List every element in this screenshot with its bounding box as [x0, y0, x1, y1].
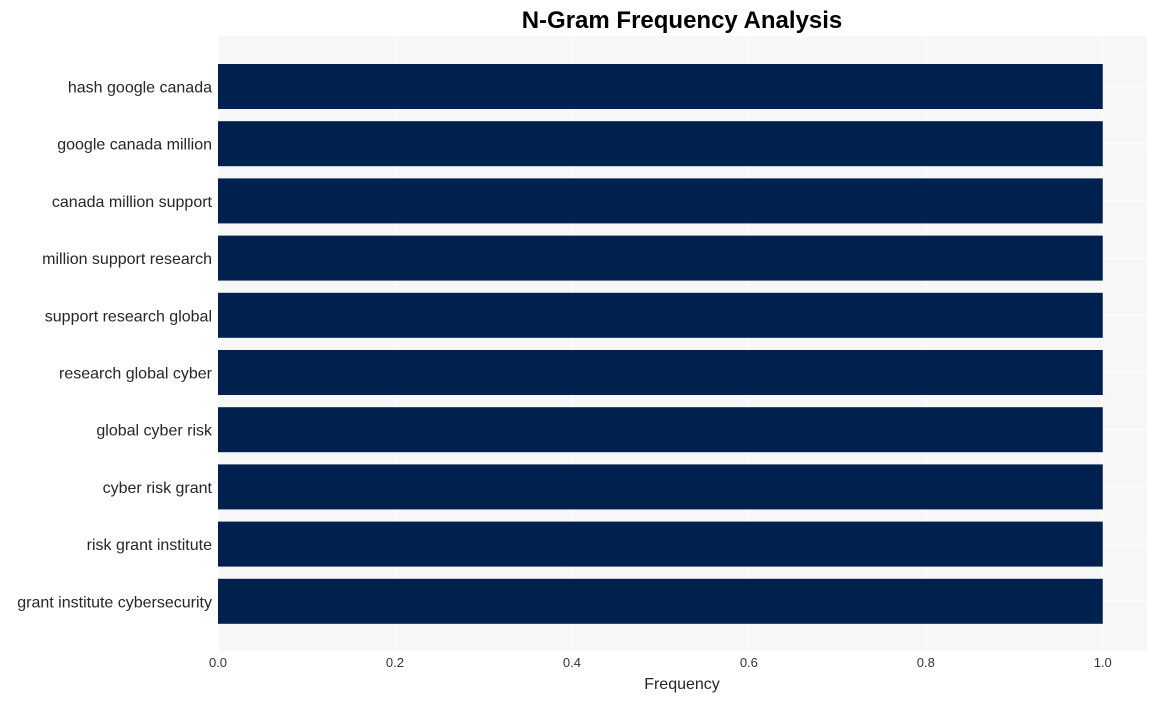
y-tick-label: support research global: [45, 308, 212, 325]
y-tick-label: canada million support: [52, 194, 213, 211]
x-axis-label: Frequency: [644, 676, 720, 693]
ngram-bar-chart: hash google canada google canada million c…: [17, 7, 1147, 693]
bar: [218, 64, 1103, 109]
bar: [218, 292, 1103, 338]
x-tick-label: 0.8: [917, 655, 935, 670]
bar: [218, 350, 1103, 395]
y-tick-label: google canada million: [57, 137, 212, 154]
bar: [218, 578, 1103, 624]
bar: [218, 178, 1103, 224]
x-tick-label: 1.0: [1094, 655, 1112, 670]
x-tick-label: 0.6: [740, 655, 758, 670]
x-tick-label: 0.0: [209, 655, 227, 670]
y-tick-label: global cyber risk: [96, 423, 213, 440]
y-tick-label: cyber risk grant: [103, 480, 213, 497]
x-tick-label: 0.2: [386, 655, 404, 670]
bar: [218, 235, 1103, 281]
y-tick-label: million support research: [42, 251, 212, 268]
y-tick-label: hash google canada: [68, 80, 212, 97]
y-tick-label: risk grant institute: [87, 537, 212, 554]
y-tick-labels: hash google canada google canada million c…: [17, 80, 213, 612]
y-tick-label: grant institute cybersecurity: [17, 594, 212, 611]
bar: [218, 521, 1103, 567]
x-tick-label: 0.4: [563, 655, 581, 670]
bar: [218, 121, 1103, 167]
bar: [218, 407, 1103, 453]
x-tick-labels: 0.0 0.2 0.4 0.6 0.8 1.0: [209, 655, 1112, 670]
y-tick-label: research global cyber: [59, 366, 213, 383]
chart-title: N-Gram Frequency Analysis: [522, 7, 843, 34]
bar: [218, 464, 1103, 510]
